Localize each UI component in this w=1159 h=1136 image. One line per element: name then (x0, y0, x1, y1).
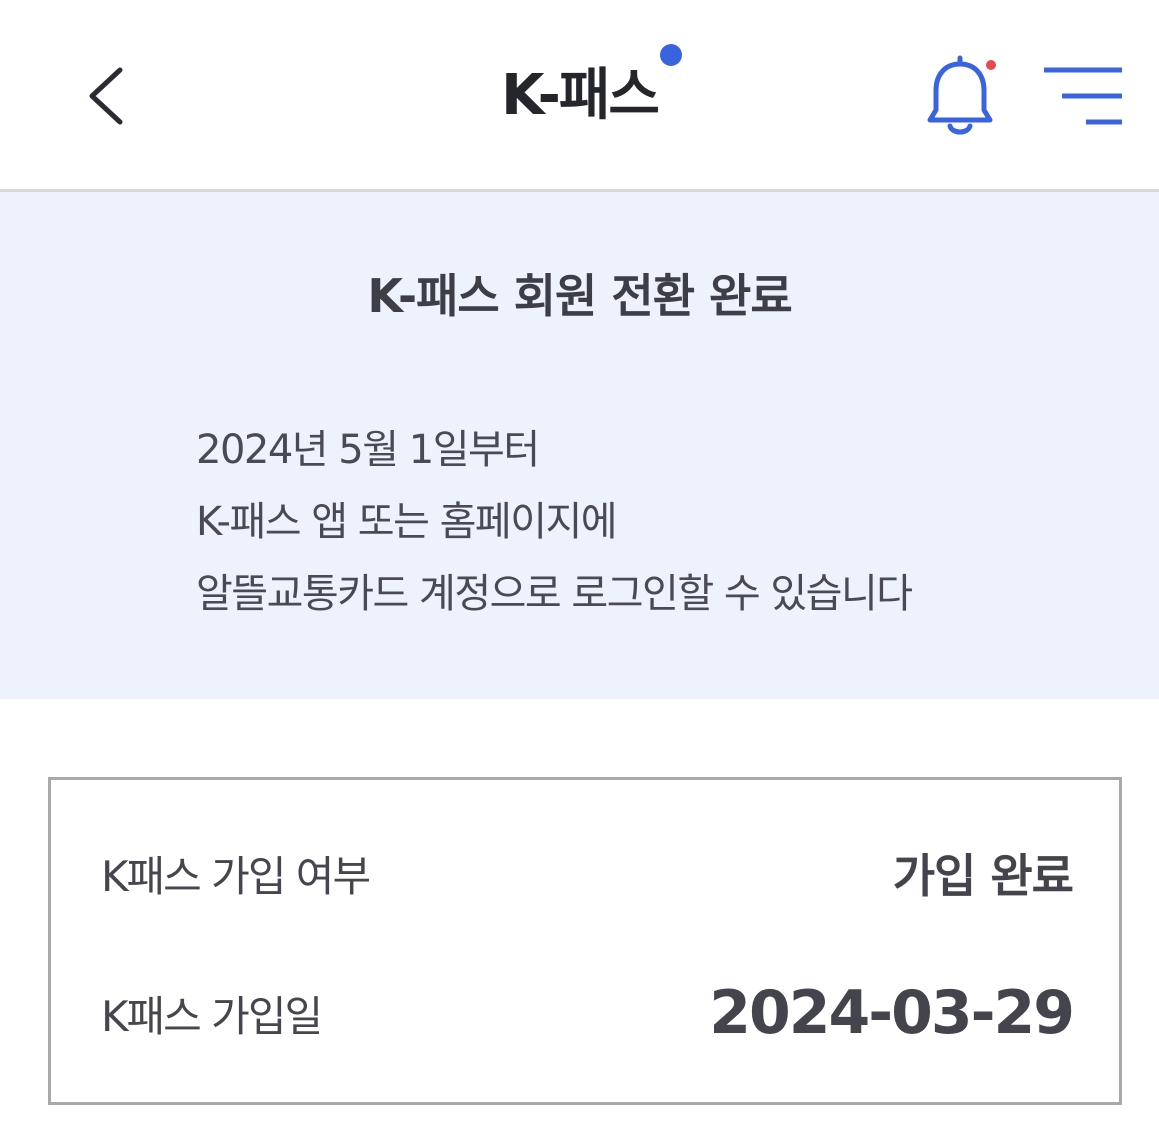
conversion-banner: K-패스 회원 전환 완료 2024년 5월 1일부터 K-패스 앱 또는 홈페… (0, 192, 1159, 699)
title-badge-dot (659, 44, 682, 66)
bell-icon (927, 55, 996, 135)
menu-icon (1044, 67, 1122, 125)
banner-line-2: K-패스 앱 또는 홈페이지에 (196, 499, 618, 545)
banner-message: 2024년 5월 1일부터 K-패스 앱 또는 홈페이지에 알뜰교통카드 계정으… (196, 414, 1096, 630)
menu-button[interactable] (1036, 56, 1136, 136)
notification-dot (986, 60, 996, 70)
signup-date-value: 2024-03-29 (709, 978, 1075, 1048)
membership-info-card: K패스 가입 여부 가입 완료 K패스 가입일 2024-03-29 (48, 777, 1122, 1105)
info-row-signup-date: K패스 가입일 2024-03-29 (101, 978, 1075, 1048)
page-title-text: K-패스 (501, 63, 660, 128)
info-row-signup-status: K패스 가입 여부 가입 완료 (101, 838, 1074, 908)
banner-title: K-패스 회원 전환 완료 (367, 269, 792, 323)
app-header: K-패스 (0, 0, 1159, 192)
signup-status-value: 가입 완료 (892, 849, 1074, 903)
banner-line-1: 2024년 5월 1일부터 (196, 427, 540, 473)
signup-date-label: K패스 가입일 (101, 991, 323, 1041)
notification-button[interactable] (916, 50, 1006, 146)
signup-status-label: K패스 가입 여부 (101, 851, 371, 901)
page-title: K-패스 (501, 44, 682, 134)
banner-line-3: 알뜰교통카드 계정으로 로그인할 수 있습니다 (196, 571, 913, 617)
